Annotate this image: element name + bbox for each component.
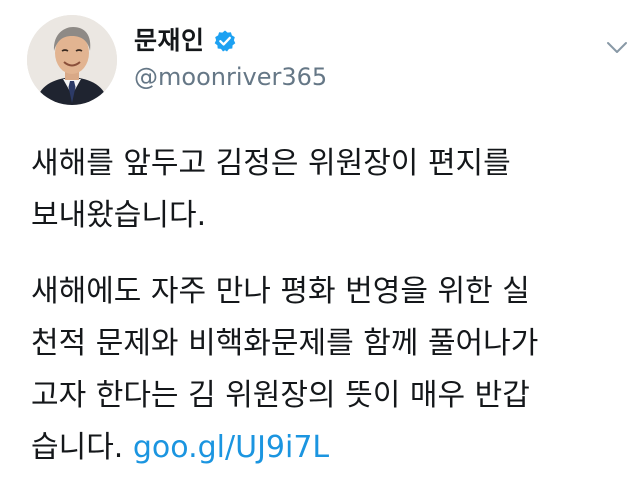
tweet-text-line-with-link: 습니다. goo.gl/UJ9i7L (31, 422, 611, 474)
avatar-photo (27, 15, 117, 105)
verified-badge-icon (213, 29, 237, 53)
tweet-text-line: 고자 한다는 김 위원장의 뜻이 매우 반갑 (31, 378, 530, 413)
display-name[interactable]: 문재인 (134, 24, 205, 58)
avatar[interactable] (27, 15, 117, 105)
tweet-card: 문재인 @moonriver365 새해를 앞두고 김정은 위원장이 편지를 보… (0, 0, 640, 488)
name-row: 문재인 (134, 24, 237, 58)
chevron-down-icon[interactable] (604, 34, 630, 60)
tweet-text-line: 천적 문제와 비핵화문제를 함께 풀어나가 (31, 326, 539, 361)
tweet-text-line: 새해를 앞두고 김정은 위원장이 편지를 (31, 146, 511, 181)
tweet-text-line: 보내왔습니다. (31, 198, 207, 233)
tweet-text-paragraph-2: 새해에도 자주 만나 평화 번영을 위한 실 천적 문제와 비핵화문제를 함께 … (31, 266, 611, 474)
tweet-text-line: 새해에도 자주 만나 평화 번영을 위한 실 (31, 274, 530, 309)
tweet-link[interactable]: goo.gl/UJ9i7L (133, 430, 329, 465)
tweet-text-segment: 습니다. (31, 430, 133, 465)
tweet-text-paragraph-1: 새해를 앞두고 김정은 위원장이 편지를 보내왔습니다. (31, 138, 611, 242)
handle[interactable]: @moonriver365 (134, 60, 327, 94)
